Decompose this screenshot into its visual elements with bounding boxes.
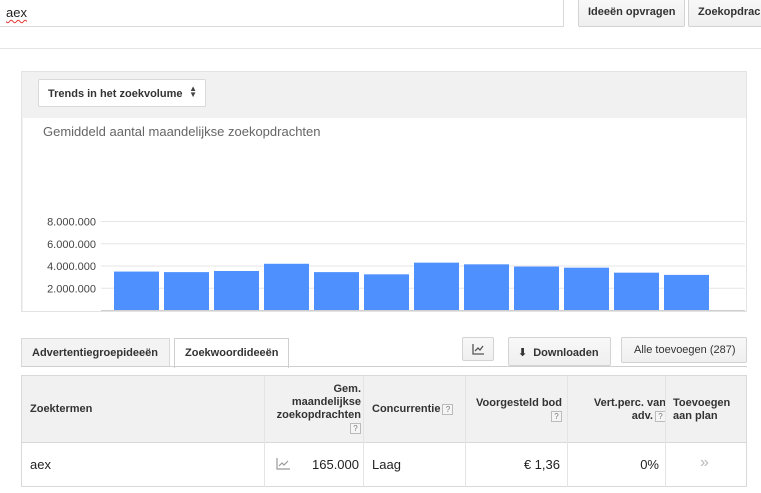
tab-keyword-ideas[interactable]: Zoekwoordideeën: [174, 338, 289, 368]
chart-panel: Trends in het zoekvolume ▲ ▼ Gemiddeld aa…: [21, 71, 747, 312]
header-bid-label: Voorgesteld bod: [476, 397, 562, 409]
header-avg-monthly-searches[interactable]: Gem. maandelijkse zoekopdrachten ?: [270, 383, 361, 435]
bar: [664, 274, 709, 310]
header-add-to-plan: Toevoegen aan plan: [673, 397, 743, 423]
bar: [114, 271, 159, 310]
header-share-line2: adv.: [631, 410, 653, 422]
tab-ad-group-ideas[interactable]: Advertentiegroepideeën: [21, 338, 170, 367]
download-icon: ⬇: [518, 347, 528, 359]
bar: [364, 274, 409, 310]
help-icon[interactable]: ?: [350, 422, 361, 434]
header-share-line1: Vert.perc. van: [593, 397, 666, 409]
y-tick-label: 4.000.000: [47, 261, 96, 273]
help-icon[interactable]: ?: [551, 410, 562, 422]
bar: [414, 262, 459, 310]
line-chart-icon: [472, 344, 484, 355]
tab-divider: [21, 366, 747, 367]
header-avg-line3: zoekopdrachten: [276, 409, 361, 421]
header-competition-label: Concurrentie: [372, 403, 441, 415]
chart-type-select-label: Trends in het zoekvolume: [48, 88, 183, 100]
search-query: aex: [6, 5, 27, 20]
chart-type-select[interactable]: Trends in het zoekvolume ▲ ▼: [38, 79, 206, 107]
keyword-table: Zoektermen Gem. maandelijkse zoekopdrach…: [21, 375, 747, 487]
y-tick-label: 8.000.000: [47, 217, 96, 229]
chart-toggle-button[interactable]: [462, 337, 494, 361]
bar: [614, 272, 659, 310]
help-icon[interactable]: ?: [442, 403, 454, 415]
divider: [0, 48, 761, 49]
add-all-button[interactable]: Alle toevoegen (287): [621, 337, 747, 363]
competition-value: Laag: [372, 457, 401, 472]
header-avg-line1: Gem.: [333, 383, 361, 395]
chart-area: Gemiddeld aantal maandelijkse zoekopdrac…: [23, 118, 746, 311]
header-search-terms[interactable]: Zoektermen: [30, 403, 92, 416]
header-suggested-bid[interactable]: Voorgesteld bod ?: [474, 397, 562, 423]
suggested-bid-value: € 1,36: [523, 457, 560, 472]
bar: [464, 264, 509, 310]
y-tick-label: 2.000.000: [47, 283, 96, 295]
sort-arrows-icon: ▲ ▼: [189, 84, 197, 99]
download-label: Downloaden: [533, 347, 599, 359]
bar: [314, 272, 359, 310]
bar: [514, 266, 559, 310]
get-ideas-button[interactable]: Ideeën opvragen: [578, 0, 685, 27]
download-button[interactable]: ⬇ Downloaden: [508, 337, 611, 366]
table-row: aex 165.000 Laag € 1,36 0% »: [22, 444, 746, 487]
avg-monthly-searches-value: 165.000: [312, 457, 359, 472]
line-chart-icon: [276, 458, 290, 470]
bar: [264, 263, 309, 310]
bar: [164, 272, 209, 310]
header-competition[interactable]: Concurrentie?: [372, 403, 454, 416]
y-tick-label: 6.000.000: [47, 239, 96, 251]
header-avg-line2: maandelijkse: [291, 396, 361, 408]
table-header: Zoektermen Gem. maandelijkse zoekopdrach…: [22, 376, 746, 443]
get-search-volume-button[interactable]: Zoekopdrach: [688, 0, 761, 27]
bar: [214, 271, 259, 310]
bar-chart: 8.000.0006.000.0004.000.0002.000.000jul.…: [47, 217, 745, 311]
bar: [564, 267, 609, 310]
search-input[interactable]: aex: [0, 0, 564, 27]
header-add-line2: aan plan: [673, 410, 718, 422]
trend-chart-icon[interactable]: [275, 457, 291, 474]
keyword-term: aex: [30, 457, 51, 472]
add-to-plan-button[interactable]: »: [700, 454, 709, 472]
impression-share-value: 0%: [640, 457, 659, 472]
header-ad-impression-share[interactable]: Vert.perc. van adv.?: [577, 397, 666, 423]
header-add-line1: Toevoegen: [673, 397, 731, 409]
